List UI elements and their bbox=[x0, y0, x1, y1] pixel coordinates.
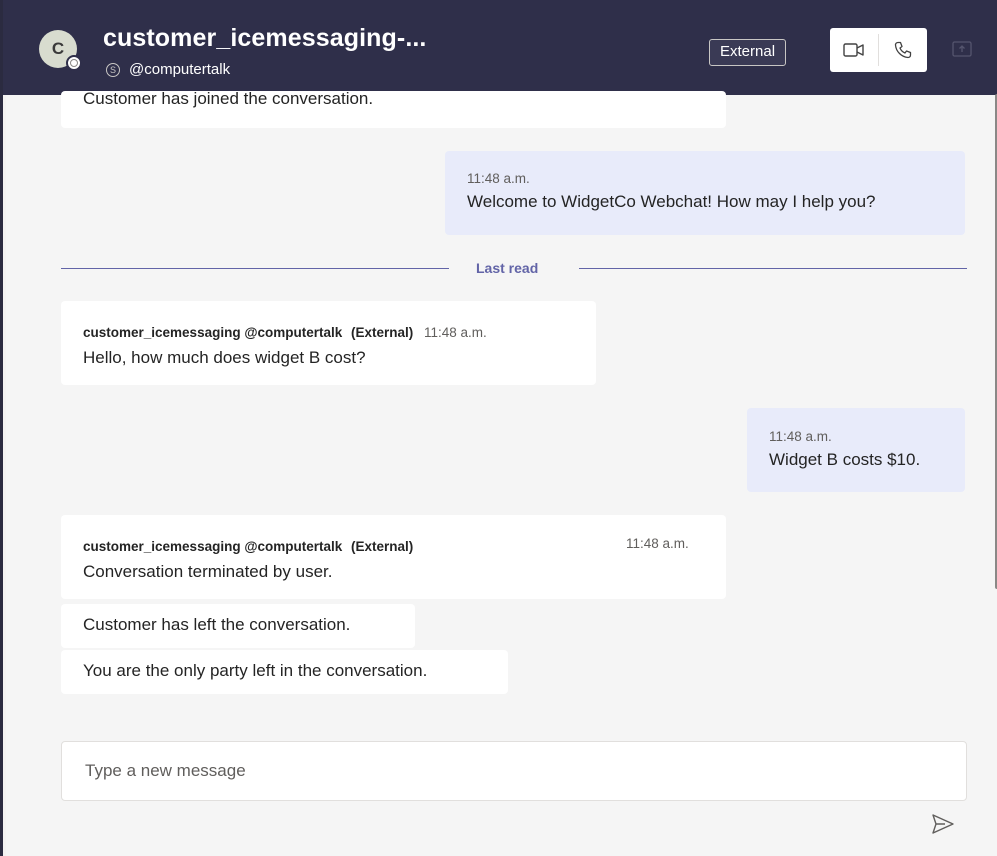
chat-title[interactable]: customer_icemessaging-... bbox=[103, 24, 426, 53]
message-text: Conversation terminated by user. bbox=[83, 562, 333, 581]
last-read-label: Last read bbox=[476, 260, 539, 276]
message-time: 11:48 a.m. bbox=[769, 429, 832, 444]
external-label: (External) bbox=[351, 539, 414, 554]
chat-header: C customer_icemessaging-... S @computert… bbox=[3, 0, 997, 95]
video-call-icon bbox=[843, 43, 864, 57]
send-icon bbox=[932, 814, 954, 834]
share-screen-icon bbox=[952, 41, 972, 57]
audio-call-icon bbox=[894, 41, 912, 59]
customer-message-question[interactable]: customer_icemessaging @computertalk (Ext… bbox=[61, 301, 596, 385]
chat-subtitle: S @computertalk bbox=[103, 61, 230, 78]
chat-window: C customer_icemessaging-... S @computert… bbox=[0, 0, 997, 856]
last-read-divider: Last read bbox=[61, 260, 967, 276]
share-screen-button[interactable] bbox=[951, 40, 973, 58]
message-text: Widget B costs $10. bbox=[769, 450, 921, 469]
message-time: 11:48 a.m. bbox=[467, 171, 530, 186]
message-sender: customer_icemessaging @computertalk bbox=[83, 539, 343, 554]
send-button[interactable] bbox=[930, 811, 956, 837]
system-message-joined: Customer has joined the conversation. bbox=[61, 91, 726, 128]
message-sender: customer_icemessaging @computertalk bbox=[83, 325, 343, 340]
system-message-text: Customer has left the conversation. bbox=[83, 615, 351, 634]
message-time: 11:48 a.m. bbox=[424, 325, 487, 340]
message-composer[interactable] bbox=[61, 741, 967, 801]
message-meta: customer_icemessaging @computertalk (Ext… bbox=[83, 322, 596, 342]
message-text: Welcome to WidgetCo Webchat! How may I h… bbox=[467, 192, 876, 211]
presence-status-icon bbox=[66, 55, 82, 71]
video-call-button[interactable] bbox=[830, 28, 878, 72]
avatar-initial: C bbox=[51, 39, 65, 58]
external-badge: External bbox=[709, 39, 787, 66]
agent-message-welcome[interactable]: 11:48 a.m. Welcome to WidgetCo Webchat! … bbox=[445, 151, 965, 235]
system-message-left: Customer has left the conversation. bbox=[61, 604, 415, 648]
conversation-area[interactable]: Customer has joined the conversation. 11… bbox=[6, 91, 997, 856]
message-text: Hello, how much does widget B cost? bbox=[83, 348, 366, 367]
audio-call-button[interactable] bbox=[879, 28, 927, 72]
agent-message-price[interactable]: 11:48 a.m. Widget B costs $10. bbox=[747, 408, 965, 492]
system-message-text: You are the only party left in the conve… bbox=[83, 661, 428, 680]
system-message-text: Customer has joined the conversation. bbox=[83, 91, 374, 108]
customer-message-terminated[interactable]: customer_icemessaging @computertalk (Ext… bbox=[61, 515, 726, 599]
system-message-only-party: You are the only party left in the conve… bbox=[61, 650, 508, 694]
message-input[interactable] bbox=[85, 761, 966, 781]
external-label: (External) bbox=[351, 325, 414, 340]
skype-icon: S bbox=[106, 62, 120, 77]
chat-subtitle-text: @computertalk bbox=[129, 61, 231, 78]
message-time: 11:48 a.m. bbox=[626, 536, 689, 551]
message-meta: customer_icemessaging @computertalk (Ext… bbox=[83, 536, 726, 556]
call-button-group bbox=[830, 28, 927, 72]
